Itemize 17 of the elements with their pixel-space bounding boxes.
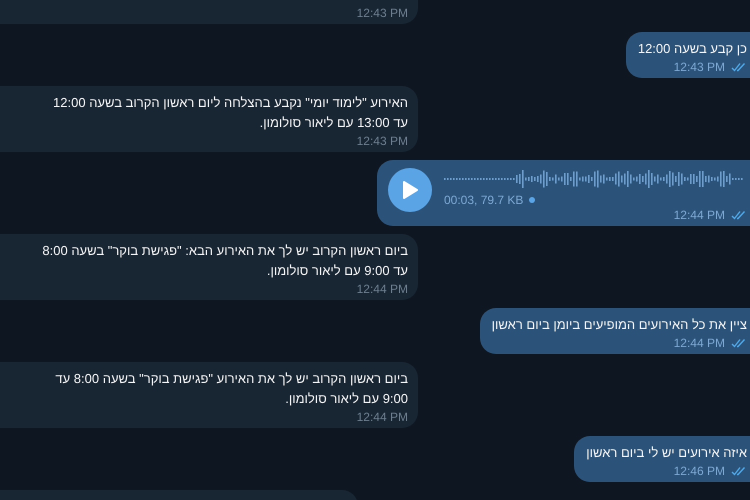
message-time: 12:44 PM (674, 207, 725, 223)
message-text: האירוע "לימוד יומי" נקבע בהצלחה ליום ראשון הקרוב בשעה 12:00 עד 13:00 עם ליאור סולומון. (52, 94, 408, 132)
play-icon (402, 181, 418, 199)
message-time: 12:43 PM (674, 59, 725, 75)
message-text: ביום ראשון הקרוב יש לך את האירוע הבא: "פגישת בוקר" בשעה 8:00 עד 9:00 עם ליאור סולומון. (41, 242, 408, 280)
message-time: 12:46 PM (674, 463, 725, 479)
message-time: 12:44 PM (674, 335, 725, 351)
message-text: איזה אירועים יש לי ביום ראשון (586, 444, 747, 462)
play-button[interactable] (388, 168, 432, 212)
message-time: 12:44 PM (356, 281, 408, 297)
message-time: 12:43 PM (356, 133, 408, 149)
message-text: ביום ראשון הקרוב יש לך את האירוע "פגישת בוקר" בשעה 8:00 עד 9:00 עם ליאור סולומון. (54, 370, 408, 408)
message-text: כן קבע בשעה 12:00 (638, 40, 747, 58)
message-text: ציין את כל האירועים המופיעים ביומן ביום ראשון (492, 316, 747, 334)
message-time: 12:44 PM (356, 409, 408, 425)
voice-duration-size: 00:03, 79.7 KB (444, 193, 524, 207)
message-time: 12:43 PM (356, 5, 408, 21)
